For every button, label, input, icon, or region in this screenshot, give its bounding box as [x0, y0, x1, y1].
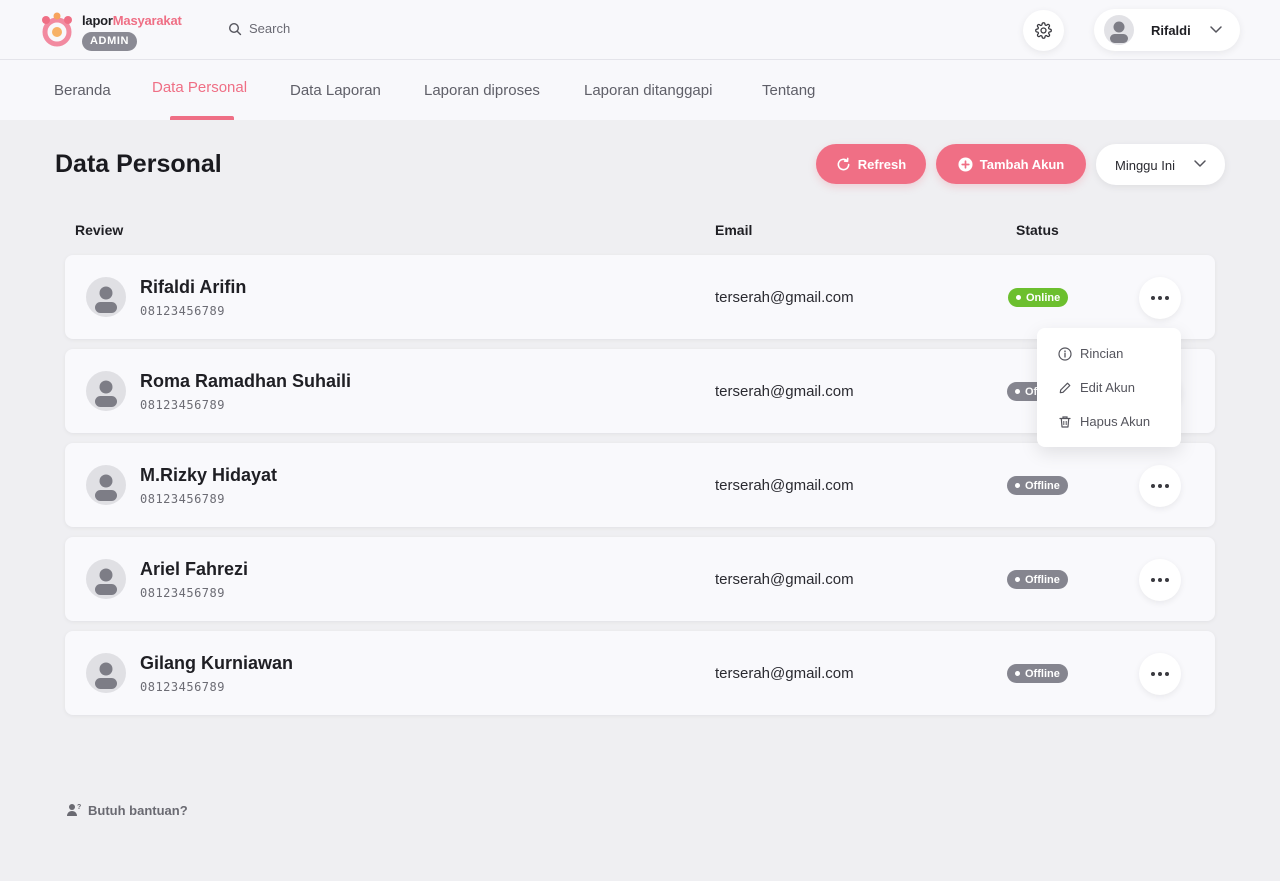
period-select[interactable]: Minggu Ini — [1096, 144, 1225, 185]
pencil-icon — [1059, 382, 1071, 393]
help-label: Butuh bantuan? — [88, 802, 188, 818]
user-menu[interactable]: Rifaldi — [1094, 9, 1240, 51]
search-placeholder[interactable]: Search — [249, 21, 290, 36]
status-badge: Offline — [1007, 664, 1068, 683]
row-name: Rifaldi Arifin — [140, 277, 247, 297]
row-actions-menu: Rincian Edit Akun Hapus Akun — [1037, 328, 1181, 447]
avatar — [1104, 15, 1134, 45]
table-row[interactable]: Rifaldi Arifin 08123456789 terserah@gmai… — [65, 255, 1215, 339]
more-actions-button[interactable] — [1139, 559, 1181, 601]
tab-tentang[interactable]: Tentang — [762, 82, 815, 99]
menu-item-label: Edit Akun — [1080, 380, 1135, 395]
menu-item-label: Hapus Akun — [1080, 414, 1151, 429]
more-actions-button[interactable] — [1139, 653, 1181, 695]
page-title: Data Personal — [55, 150, 222, 178]
period-select-value: Minggu Ini — [1115, 158, 1175, 173]
menu-item-rincian[interactable]: Rincian — [1058, 346, 1123, 361]
info-icon — [1058, 346, 1072, 361]
row-name: M.Rizky Hidayat — [140, 465, 278, 485]
tab-beranda[interactable]: Beranda — [54, 82, 111, 99]
avatar — [86, 277, 126, 317]
user-icon — [95, 662, 117, 689]
row-email: terserah@gmail.com — [715, 289, 854, 306]
menu-item-hapus-akun[interactable]: Hapus Akun — [1058, 414, 1150, 429]
search-icon — [228, 22, 242, 35]
user-icon — [95, 568, 117, 595]
trash-icon — [1059, 415, 1071, 428]
nav-tabs: Beranda Data Personal Data Laporan Lapor… — [0, 60, 1280, 120]
column-header-review: Review — [75, 222, 124, 238]
tab-data-personal[interactable]: Data Personal — [152, 79, 247, 96]
status-badge: Offline — [1007, 476, 1068, 495]
status-label: Offline — [1025, 479, 1060, 492]
svg-text:?: ? — [77, 804, 81, 811]
refresh-label: Refresh — [857, 156, 907, 172]
plus-circle-icon — [958, 156, 973, 172]
status-badge: Online — [1008, 288, 1069, 307]
menu-item-edit-akun[interactable]: Edit Akun — [1058, 380, 1135, 395]
chevron-down-icon — [1210, 26, 1222, 33]
table-row[interactable]: Gilang Kurniawan 08123456789 terserah@gm… — [65, 631, 1215, 715]
logo-icon[interactable] — [40, 12, 74, 48]
status-label: Online — [1026, 291, 1061, 304]
user-icon — [95, 286, 117, 313]
row-name: Gilang Kurniawan — [140, 653, 294, 673]
status-badge: Offline — [1007, 570, 1068, 589]
avatar — [86, 465, 126, 505]
row-phone: 08123456789 — [140, 398, 225, 412]
column-header-status: Status — [1016, 222, 1059, 238]
row-email: terserah@gmail.com — [715, 571, 854, 588]
help-user-icon: ? — [67, 804, 81, 816]
avatar — [86, 559, 126, 599]
brand-name: laporMasyarakat — [82, 13, 182, 28]
row-phone: 08123456789 — [140, 304, 225, 318]
menu-item-label: Rincian — [1080, 346, 1124, 361]
row-name: Roma Ramadhan Suhaili — [140, 371, 352, 391]
add-account-label: Tambah Akun — [979, 156, 1065, 172]
status-label: Offline — [1025, 667, 1060, 680]
user-icon — [1110, 21, 1128, 43]
chevron-down-icon — [1194, 160, 1206, 167]
refresh-icon — [837, 157, 850, 170]
tab-data-laporan[interactable]: Data Laporan — [290, 82, 381, 99]
row-phone: 08123456789 — [140, 680, 225, 694]
user-icon — [95, 474, 117, 501]
row-email: terserah@gmail.com — [715, 383, 854, 400]
active-tab-indicator — [170, 116, 234, 120]
row-email: terserah@gmail.com — [715, 477, 854, 494]
avatar — [86, 371, 126, 411]
tab-laporan-ditanggapi[interactable]: Laporan ditanggapi — [584, 82, 712, 99]
role-badge: ADMIN — [82, 32, 138, 51]
add-account-button[interactable]: Tambah Akun — [936, 144, 1086, 184]
search-box[interactable]: Search — [228, 21, 290, 36]
status-label: Offline — [1025, 573, 1060, 586]
table-row[interactable]: M.Rizky Hidayat 08123456789 terserah@gma… — [65, 443, 1215, 527]
more-actions-button[interactable] — [1139, 465, 1181, 507]
user-name: Rifaldi — [1151, 23, 1191, 38]
top-header: laporMasyarakat ADMIN Search Rifaldi — [0, 0, 1280, 60]
refresh-button[interactable]: Refresh — [816, 144, 926, 184]
row-phone: 08123456789 — [140, 492, 225, 506]
settings-button[interactable] — [1023, 10, 1064, 51]
table-row[interactable]: Ariel Fahrezi 08123456789 terserah@gmail… — [65, 537, 1215, 621]
row-phone: 08123456789 — [140, 586, 225, 600]
row-name: Ariel Fahrezi — [140, 559, 249, 579]
brand-part-1: lapor — [82, 13, 113, 28]
gear-icon — [1035, 22, 1052, 39]
column-header-email: Email — [715, 222, 753, 238]
more-actions-button[interactable] — [1139, 277, 1181, 319]
help-link[interactable]: ? Butuh bantuan? — [66, 802, 188, 818]
tab-laporan-diproses[interactable]: Laporan diproses — [424, 82, 540, 99]
avatar — [86, 653, 126, 693]
brand-part-2: Masyarakat — [112, 13, 182, 28]
user-icon — [95, 380, 117, 407]
row-email: terserah@gmail.com — [715, 665, 854, 682]
